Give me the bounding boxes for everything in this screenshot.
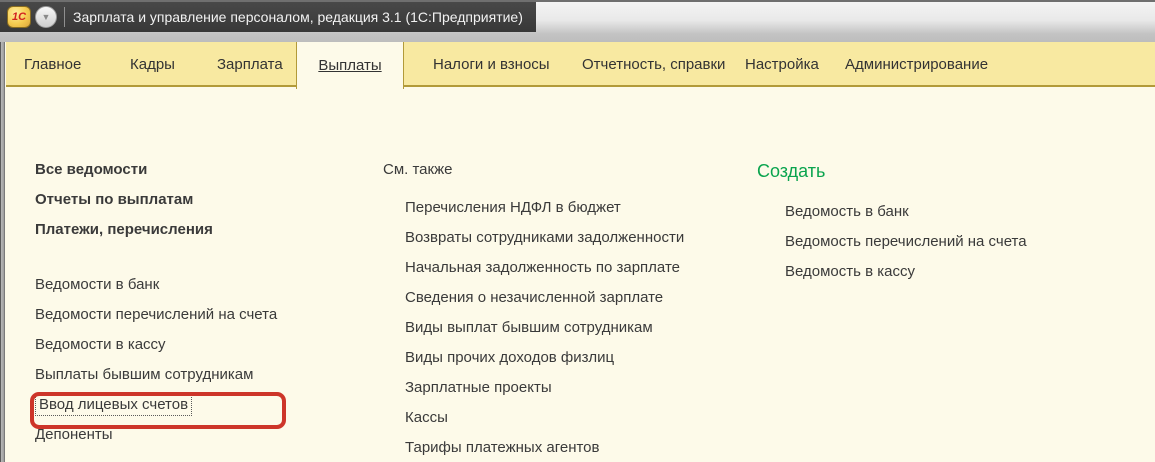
menu-item-zarplatnye-proekty[interactable]: Зарплатные проекты (405, 373, 684, 403)
1c-logo-icon: 1С (11, 10, 27, 23)
see-also-column: Перечисления НДФЛ в бюджет Возвраты сотр… (405, 193, 684, 462)
titlebar-dropdown-button[interactable]: ▼ (35, 6, 57, 28)
window-title: Зарплата и управление персоналом, редакц… (73, 9, 523, 25)
menu-item-perechisleniya-ndfl[interactable]: Перечисления НДФЛ в бюджет (405, 193, 684, 223)
tab-nastroyka[interactable]: Настройка (745, 42, 819, 87)
chevron-down-icon: ▼ (41, 11, 51, 22)
menu-item-vedomosti-v-kassu[interactable]: Ведомости в кассу (35, 330, 277, 360)
menu-item-tarify-platezhnykh-agentov[interactable]: Тарифы платежных агентов (405, 433, 684, 462)
tab-zarplata[interactable]: Зарплата (217, 42, 283, 87)
tab-glavnoe[interactable]: Главное (24, 42, 81, 87)
menu-item-vedomosti-v-bank[interactable]: Ведомости в банк (35, 270, 277, 300)
menu-item-vyplaty-byvshim[interactable]: Выплаты бывшим сотрудникам (35, 360, 277, 390)
window-left-border (0, 42, 5, 462)
titlebar-separator (64, 7, 65, 27)
tab-administrirovanie[interactable]: Администрирование (845, 42, 988, 87)
menu-item-vidy-vyplat-byvshim[interactable]: Виды выплат бывшим сотрудникам (405, 313, 684, 343)
menu-item-vvod-litsevykh-schetov[interactable]: Ввод лицевых счетов (35, 390, 277, 420)
menu-item-vozvraty-sotrudnikami[interactable]: Возвраты сотрудниками задолженности (405, 223, 684, 253)
tab-kadry[interactable]: Кадры (130, 42, 175, 87)
primary-commands-column: Все ведомости Отчеты по выплатам Платежи… (35, 155, 277, 450)
tab-vyplaty[interactable]: Выплаты (296, 42, 404, 89)
tab-otchetnost[interactable]: Отчетность, справки (582, 42, 725, 87)
main-menu-button[interactable]: 1С (7, 6, 31, 28)
menu-item-kassy[interactable]: Кассы (405, 403, 684, 433)
create-item-vedomost-perechisleniy[interactable]: Ведомость перечислений на счета (785, 227, 1027, 257)
see-also-header: См. также (383, 161, 453, 178)
create-column: Ведомость в банк Ведомость перечислений … (785, 197, 1027, 287)
tab-vyplaty-label: Выплаты (318, 57, 382, 74)
create-item-vedomost-v-kassu[interactable]: Ведомость в кассу (785, 257, 1027, 287)
create-header: Создать (757, 161, 826, 181)
menu-item-otchety-po-vyplatam[interactable]: Отчеты по выплатам (35, 185, 277, 215)
menu-item-nachalnaya-zadolzhennost[interactable]: Начальная задолженность по зарплате (405, 253, 684, 283)
menu-item-vidy-prochikh-dokhodov[interactable]: Виды прочих доходов физлиц (405, 343, 684, 373)
menu-item-vedomosti-perechisleniy[interactable]: Ведомости перечислений на счета (35, 300, 277, 330)
titlebar-dark-area: 1С ▼ Зарплата и управление персоналом, р… (0, 2, 536, 32)
create-item-vedomost-v-bank[interactable]: Ведомость в банк (785, 197, 1027, 227)
tab-nalogi-i-vznosy[interactable]: Налоги и взносы (433, 42, 550, 87)
focused-item-text: Ввод лицевых счетов (35, 394, 193, 416)
menu-item-vse-vedomosti[interactable]: Все ведомости (35, 155, 277, 185)
commands-group: Ведомости в банк Ведомости перечислений … (35, 270, 277, 450)
section-tabbar: Главное Кадры Зарплата Выплаты Налоги и … (6, 42, 1155, 89)
menu-item-svedeniya-o-nezachislennoy[interactable]: Сведения о незачисленной зарплате (405, 283, 684, 313)
menu-item-platezhi[interactable]: Платежи, перечисления (35, 215, 277, 245)
titlebar: 1С ▼ Зарплата и управление персоналом, р… (0, 0, 1155, 42)
vyplaty-section-menu: Все ведомости Отчеты по выплатам Платежи… (6, 89, 1155, 462)
menu-item-deponenty[interactable]: Депоненты (35, 420, 277, 450)
app-window: 1С ▼ Зарплата и управление персоналом, р… (0, 0, 1155, 462)
